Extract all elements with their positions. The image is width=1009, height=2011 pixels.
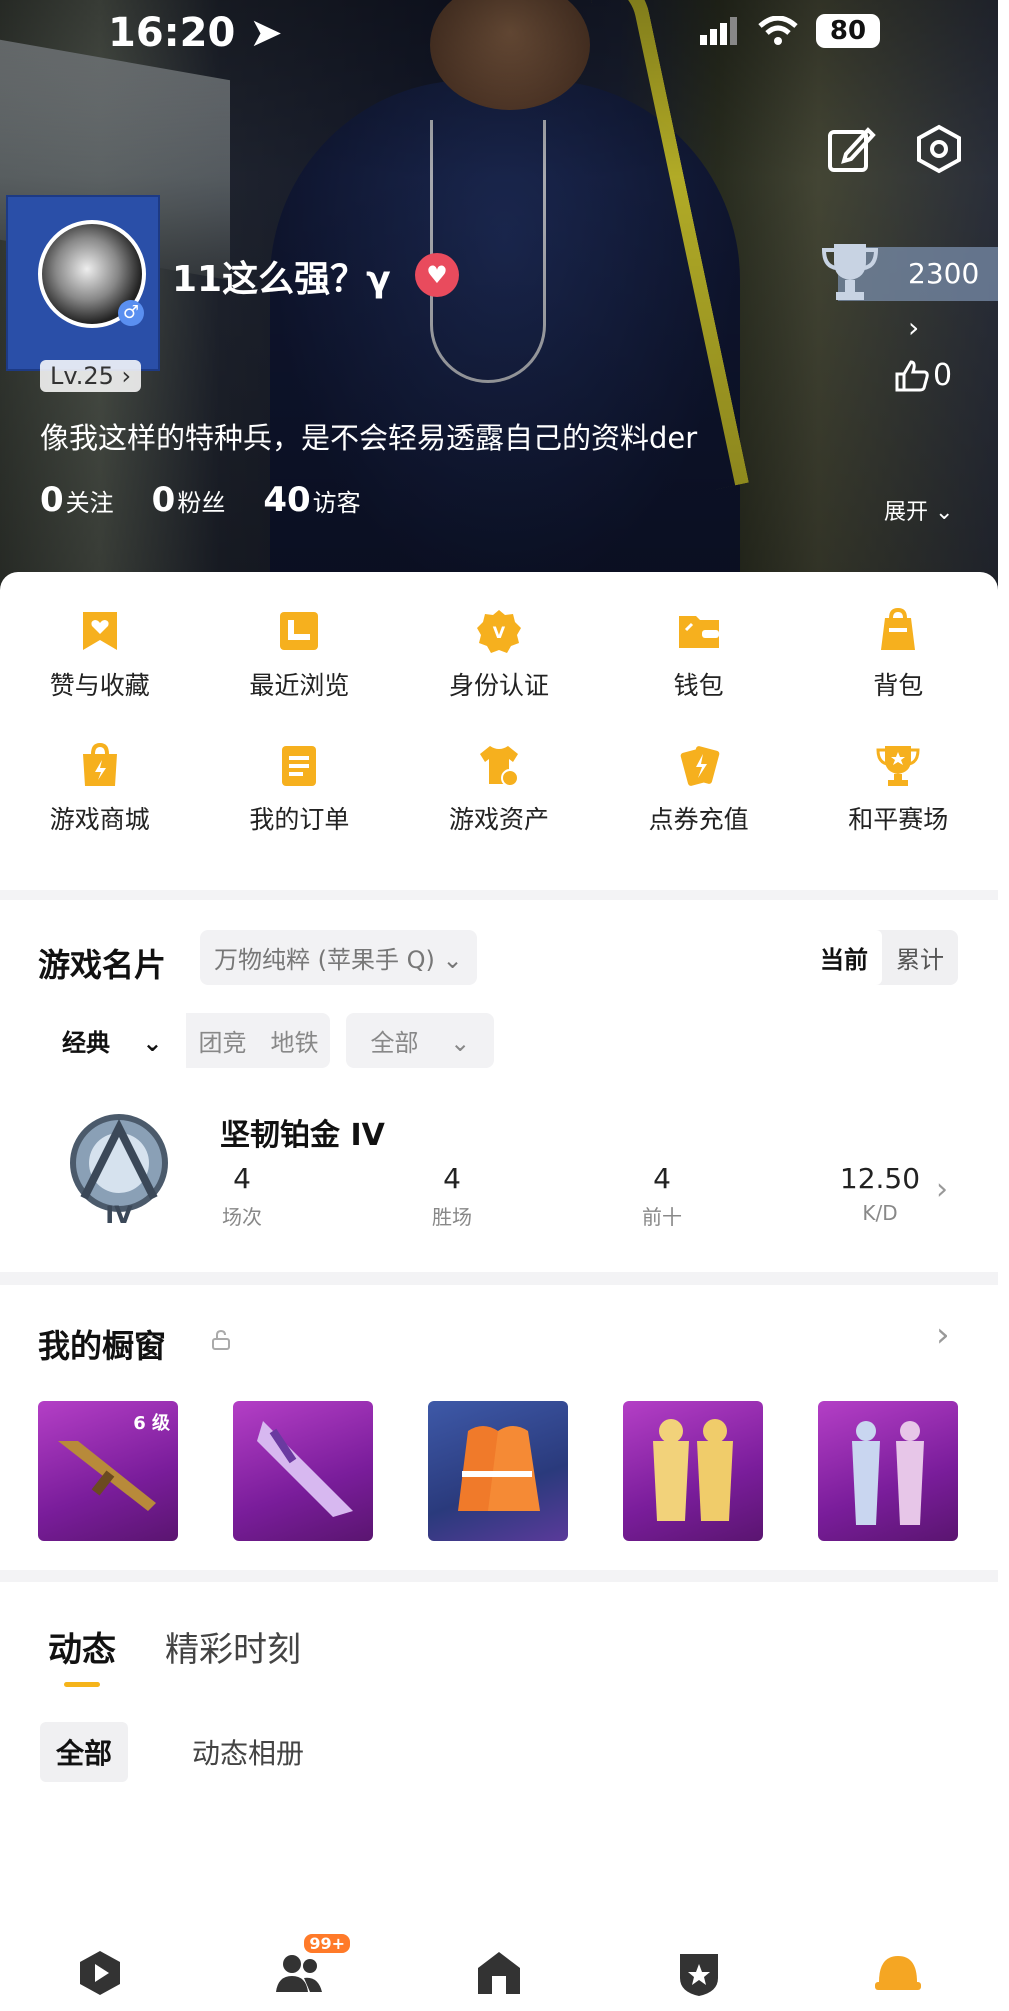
wifi-icon [758,16,798,45]
shirt-coin-icon [479,746,519,787]
showcase-item-yellow-suit[interactable] [623,1401,763,1541]
menu-grid: 赞与收藏 最近浏览 V 身份认证 钱包 背包 游戏商城 我的订单 游戏资产 点券… [0,608,998,836]
feed-section: 动态 精彩时刻 全部 动态相册 [0,1582,998,1934]
showcase-title: 我的橱窗 [38,1327,167,1365]
backpack-icon [881,608,916,650]
toggle-total[interactable]: 累计 [882,930,958,985]
orange-suit-icon [458,1426,540,1511]
server-select[interactable]: 万物纯粹 (苹果手 Q) ⌄ [200,930,477,985]
rank-name: 坚韧铂金 IV [220,1118,385,1153]
male-gender-icon: ♂ [118,300,144,326]
menu-item-peace-arena[interactable]: 和平赛场 [798,742,998,836]
crossbow-skin-icon [257,1421,353,1517]
showcase-item-rifle[interactable]: 6 级 [38,1401,178,1541]
showcase-section: 我的橱窗 › 6 级 [0,1285,998,1570]
heart-icon[interactable]: ♥ [415,253,459,297]
heart-bookmark-icon [82,612,117,650]
thumbs-up-icon [895,359,929,391]
menu-item-voucher-recharge[interactable]: 点券充值 [599,742,799,836]
profile-helmet-icon[interactable] [873,1948,923,1998]
current-total-toggle: 当前 累计 [806,930,958,985]
game-card-title: 游戏名片 [38,946,167,984]
location-arrow-icon: ➤ [249,10,283,56]
trophy-icon [821,244,879,300]
game-shield-icon[interactable] [674,1948,724,1998]
bottom-nav: 99+ [0,1933,998,2011]
yellow-hazmat-suit-icon [653,1419,733,1521]
following-stat[interactable]: 0关注 [40,480,114,520]
chevron-right-icon: › [121,362,132,390]
chip-all[interactable]: 全部 [40,1722,129,1782]
chevron-down-icon: ⌄ [442,946,463,974]
menu-item-game-assets[interactable]: 游戏资产 [399,742,599,836]
menu-card: 赞与收藏 最近浏览 V 身份认证 钱包 背包 游戏商城 我的订单 游戏资产 点券… [0,572,998,890]
likes-button[interactable]: 0 [895,358,952,393]
menu-item-wallet[interactable]: 钱包 [599,608,799,702]
visitors-stat[interactable]: 40访客 [263,480,360,520]
filter-all[interactable]: 全部 ⌄ [346,1013,495,1068]
level-badge[interactable]: Lv.25 › [40,360,142,392]
followers-stat[interactable]: 0粉丝 [152,480,226,520]
tab-highlights[interactable]: 精彩时刻 [165,1622,301,1671]
signal-icon [700,17,737,45]
rank-tier-label: IV [105,1201,133,1228]
showcase-item-orange-suit[interactable] [428,1401,568,1541]
wallet-icon [678,616,719,648]
trophy-arena-icon [876,746,920,786]
order-list-icon [282,746,317,786]
settings-icon[interactable] [914,124,964,174]
mode-classic[interactable]: 经典 ⌄ [38,1013,187,1068]
recent-browse-icon [280,612,319,650]
menu-item-recent-browse[interactable]: 最近浏览 [200,608,400,702]
edit-icon[interactable] [826,124,876,174]
mode-selector: 经典 ⌄ 团竞 地铁 全部 ⌄ [38,1013,495,1068]
chevron-right-icon[interactable]: › [936,1315,950,1355]
unlock-icon [212,1329,230,1350]
chevron-right-icon: › [908,311,920,344]
chip-activity-album[interactable]: 动态相册 [176,1722,320,1782]
expand-button[interactable]: 展开 ⌄ [884,494,953,526]
battery-icon: 80 [816,14,880,48]
showcase-item-mecha-suit[interactable] [818,1401,958,1541]
username: 11这么强？γ [172,259,391,300]
shopping-bag-icon [82,742,117,786]
chevron-down-icon: ⌄ [935,500,954,525]
showcase-item-crossbow[interactable] [233,1401,373,1541]
mode-group: 经典 ⌄ 团竞 地铁 [38,1013,331,1068]
menu-item-my-orders[interactable]: 我的订单 [200,742,400,836]
stat-kd: 12.50 K/D [839,1162,921,1225]
stat-top-ten: 4 前十 [642,1162,682,1229]
stat-wins: 4 胜场 [432,1162,472,1229]
friends-icon [276,1954,323,1992]
menu-item-game-store[interactable]: 游戏商城 [0,742,200,836]
tab-active-indicator [64,1682,100,1687]
toggle-current[interactable]: 当前 [806,930,882,985]
menu-item-likes-favorites[interactable]: 赞与收藏 [0,608,200,702]
game-card: 游戏名片 万物纯粹 (苹果手 Q) ⌄ 当前 累计 经典 ⌄ 团竞 地铁 全部 … [0,900,998,1272]
verify-badge-icon: V [476,610,521,653]
home-icon[interactable] [474,1948,524,1998]
status-icons: 80 [700,14,880,48]
profile-stats: 0关注 0粉丝 40访客 [40,480,361,520]
chevron-down-icon: ⌄ [142,1029,163,1057]
menu-item-backpack[interactable]: 背包 [798,608,998,702]
chevron-right-icon[interactable]: › [936,1172,948,1207]
right-edge [998,0,1009,2011]
profile-screen: 16:20 ➤ 80 ♂ 11这么强？γ ♥ Lv.25 › 像我这样的特种兵，… [0,0,998,2011]
video-play-icon[interactable] [75,1948,125,1998]
voucher-recharge-icon [680,746,719,786]
platinum-rank-icon: IV [70,1114,168,1228]
menu-item-identity-verify[interactable]: V 身份认证 [399,608,599,702]
mode-team-deathmatch[interactable]: 团竞 [186,1013,258,1068]
chevron-down-icon: ⌄ [450,1029,471,1057]
svg-text:V: V [493,623,506,642]
nav-friends[interactable]: 99+ [274,1933,351,1998]
status-time: 16:20 ➤ [108,10,283,56]
tab-activity[interactable]: 动态 [48,1622,116,1671]
stat-matches: 4 场次 [222,1162,262,1229]
mecha-suit-icon [852,1421,924,1525]
mode-metro[interactable]: 地铁 [258,1013,330,1068]
notification-badge: 99+ [304,1933,351,1953]
bio-text: 像我这样的特种兵，是不会轻易透露自己的资料der [40,421,698,455]
